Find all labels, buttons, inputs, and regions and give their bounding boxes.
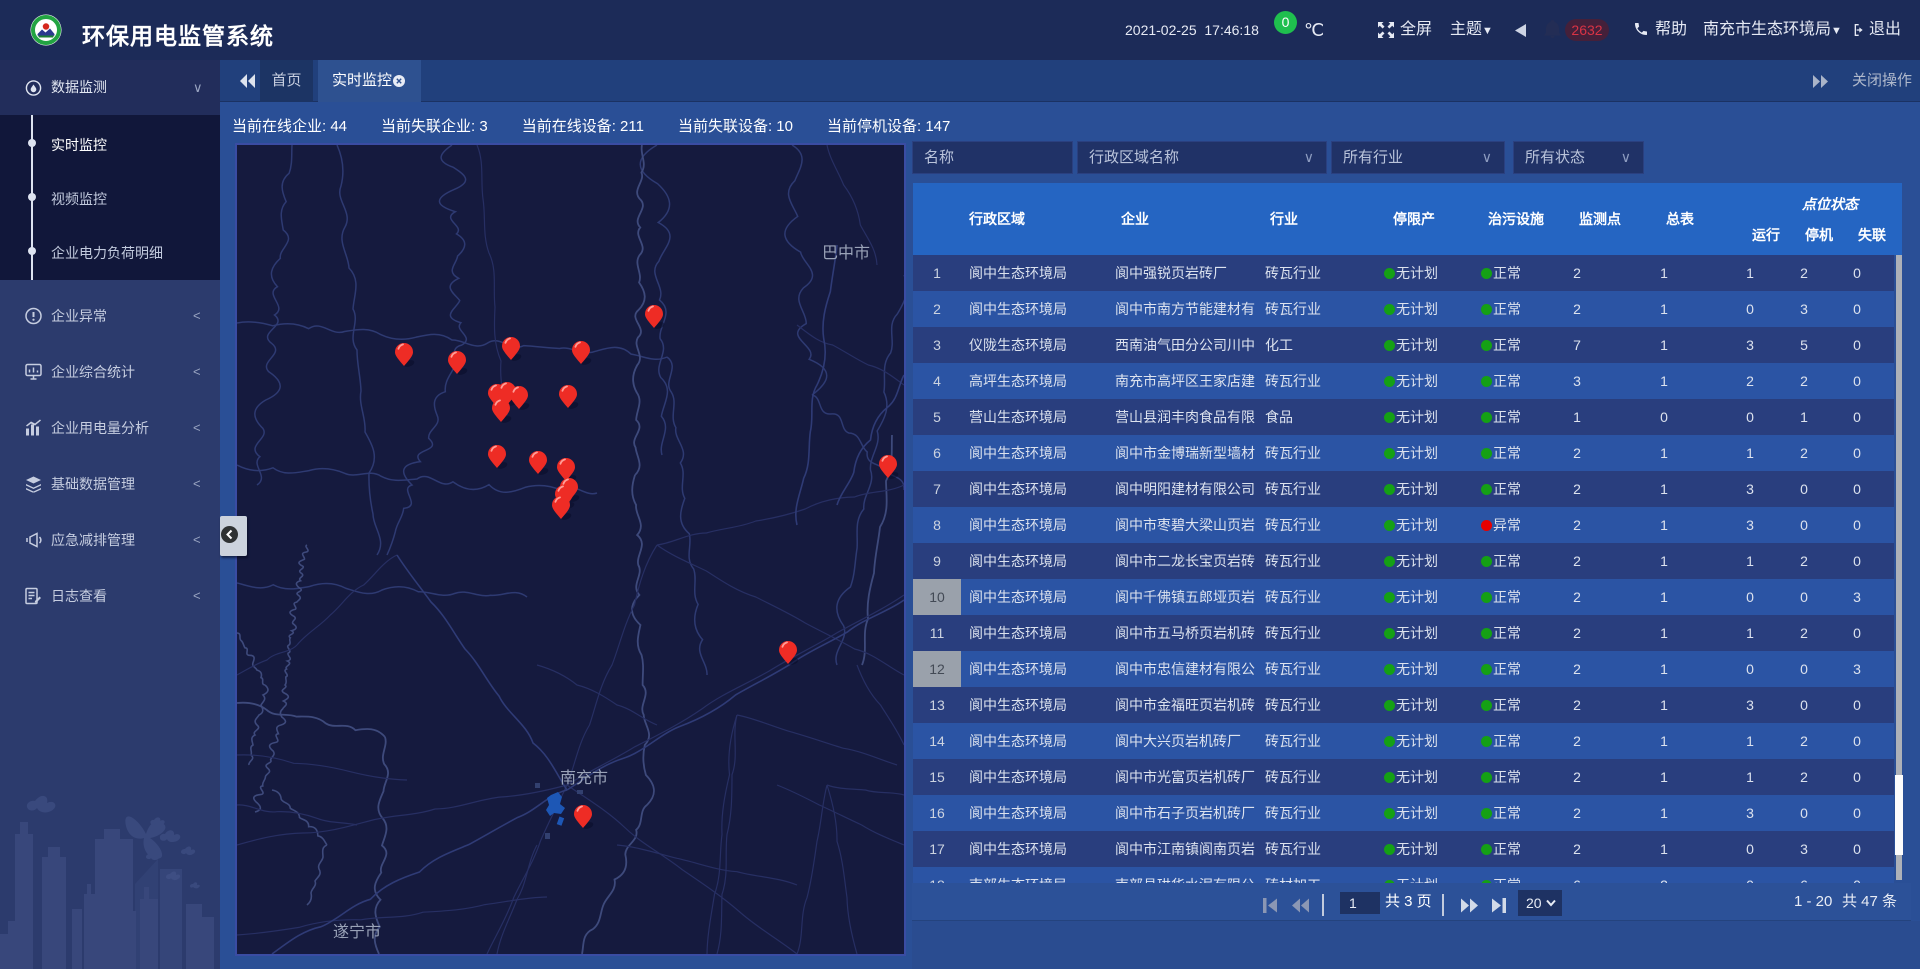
- svg-text:遂宁市: 遂宁市: [333, 923, 381, 941]
- svg-text:南充市: 南充市: [560, 769, 608, 787]
- svg-text:巴中市: 巴中市: [822, 244, 870, 262]
